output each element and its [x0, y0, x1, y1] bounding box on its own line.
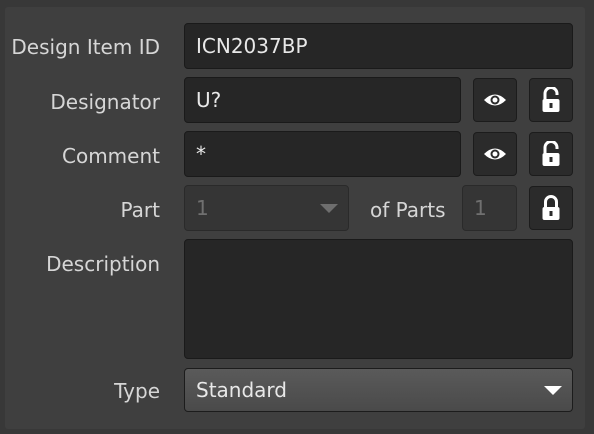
- locked-padlock-icon: [542, 195, 560, 220]
- part-label: Part: [120, 198, 160, 222]
- comment-value: *: [196, 142, 206, 166]
- design-item-id-field[interactable]: ICN2037BP: [184, 23, 573, 69]
- designator-field[interactable]: U?: [184, 77, 461, 123]
- eye-icon: [484, 148, 506, 160]
- unlocked-padlock-icon: [542, 141, 560, 166]
- eye-icon: [484, 94, 506, 106]
- part-lock-button[interactable]: [529, 186, 573, 230]
- chevron-down-icon: [544, 386, 562, 395]
- unlocked-padlock-icon: [542, 87, 560, 112]
- designator-value: U?: [196, 88, 222, 112]
- comment-label: Comment: [62, 144, 160, 168]
- chevron-down-icon: [320, 204, 338, 213]
- of-parts-value: 1: [474, 196, 487, 220]
- description-textarea[interactable]: [184, 239, 573, 359]
- designator-label: Designator: [50, 90, 160, 114]
- description-label: Description: [46, 252, 160, 276]
- of-parts-label: of Parts: [370, 198, 446, 222]
- type-select[interactable]: Standard: [184, 368, 573, 412]
- comment-lock-button[interactable]: [529, 132, 573, 176]
- part-value: 1: [196, 196, 209, 220]
- of-parts-field: 1: [462, 185, 517, 231]
- type-label: Type: [114, 379, 160, 403]
- designator-lock-button[interactable]: [529, 78, 573, 122]
- comment-field[interactable]: *: [184, 131, 461, 177]
- design-item-id-value: ICN2037BP: [196, 34, 308, 58]
- comment-visibility-button[interactable]: [473, 132, 517, 176]
- type-value: Standard: [196, 378, 287, 402]
- part-select[interactable]: 1: [184, 185, 349, 231]
- design-item-id-label: Design Item ID: [11, 35, 160, 59]
- designator-visibility-button[interactable]: [473, 78, 517, 122]
